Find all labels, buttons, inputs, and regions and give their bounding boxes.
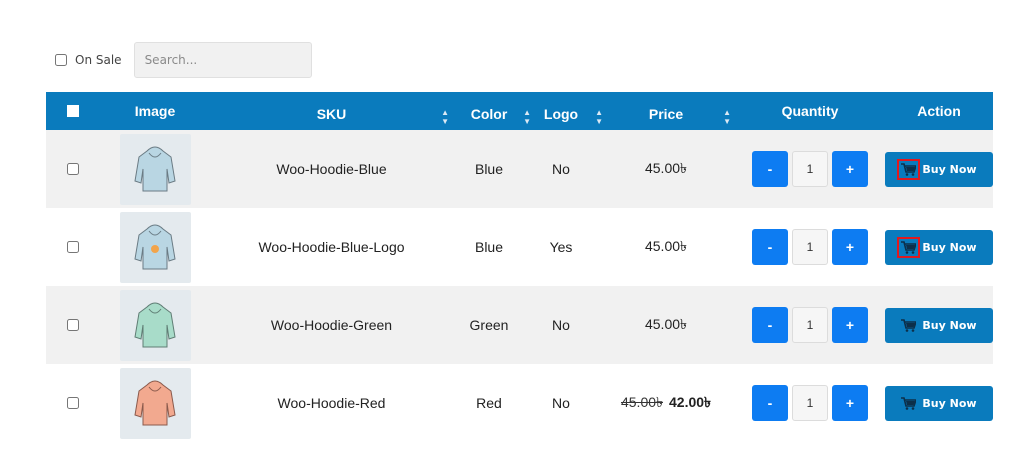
row-checkbox[interactable] <box>67 241 79 253</box>
price-cell: 45.00৳ <box>597 157 735 181</box>
buy-now-button[interactable]: Buy Now <box>885 229 993 265</box>
header-quantity: Quantity <box>781 103 839 119</box>
product-thumbnail[interactable] <box>119 133 191 205</box>
color-cell: Red <box>476 395 502 411</box>
cart-icon <box>897 236 921 258</box>
header-sku[interactable]: SKU ▲ ▼ <box>210 100 453 126</box>
logo-cell: No <box>552 395 570 411</box>
buy-now-label: Buy Now <box>922 396 977 410</box>
qty-input[interactable] <box>792 307 828 343</box>
buy-now-label: Buy Now <box>922 240 977 254</box>
logo-cell: Yes <box>549 239 573 255</box>
header-price-label: Price <box>648 106 684 122</box>
quantity-stepper: - + <box>752 151 868 187</box>
sale-price: 42.00৳ <box>669 394 712 410</box>
buy-now-button[interactable]: Buy Now <box>885 151 993 187</box>
row-checkbox[interactable] <box>67 163 79 175</box>
hoodie-body <box>134 380 176 426</box>
select-all-checkbox[interactable] <box>67 105 79 117</box>
color-cell: Green <box>469 317 509 333</box>
on-sale-filter[interactable]: On Sale <box>55 53 122 67</box>
qty-increase-button[interactable]: + <box>832 151 868 187</box>
sku-cell: Woo-Hoodie-Red <box>277 395 386 411</box>
logo-mark <box>151 245 159 253</box>
price-value: 45.00৳ <box>644 316 687 332</box>
table-header: Image SKU ▲ ▼ Color ▲ ▼ Logo ▲ ▼ Price ▲ ▼ Q… <box>46 92 993 130</box>
header-image: Image <box>134 103 176 119</box>
quantity-stepper: - + <box>752 385 868 421</box>
hoodie-image <box>134 224 176 270</box>
table-row: Woo-Hoodie-Red Red No 45.00৳ 42.00৳ - + … <box>46 364 993 442</box>
buy-now-button[interactable]: Buy Now <box>885 307 993 343</box>
qty-increase-button[interactable]: + <box>832 307 868 343</box>
header-logo-label: Logo <box>543 106 579 122</box>
qty-decrease-button[interactable]: - <box>752 307 788 343</box>
table-row: Woo-Hoodie-Blue-Logo Blue Yes 45.00৳ - +… <box>46 208 993 286</box>
qty-input[interactable] <box>792 385 828 421</box>
buy-now-label: Buy Now <box>922 318 977 332</box>
logo-cell: No <box>552 317 570 333</box>
quantity-stepper: - + <box>752 307 868 343</box>
price-value: 45.00৳ <box>644 238 687 254</box>
select-all-cell <box>46 105 100 117</box>
qty-increase-button[interactable]: + <box>832 385 868 421</box>
product-thumbnail[interactable] <box>119 289 191 361</box>
sort-icon[interactable]: ▲ ▼ <box>723 108 731 126</box>
logo-cell: No <box>552 161 570 177</box>
header-sku-label: SKU <box>316 106 347 122</box>
header-color-label: Color <box>470 106 508 122</box>
hoodie-body <box>134 302 176 348</box>
sort-icon[interactable]: ▲ ▼ <box>441 108 449 126</box>
row-checkbox[interactable] <box>67 319 79 331</box>
hoodie-image <box>134 146 176 192</box>
sku-cell: Woo-Hoodie-Blue-Logo <box>258 239 405 255</box>
row-checkbox[interactable] <box>67 397 79 409</box>
buy-now-label: Buy Now <box>922 162 977 176</box>
qty-input[interactable] <box>792 151 828 187</box>
cart-icon <box>897 158 921 180</box>
qty-increase-button[interactable]: + <box>832 229 868 265</box>
qty-decrease-button[interactable]: - <box>752 151 788 187</box>
header-color[interactable]: Color ▲ ▼ <box>453 100 531 126</box>
qty-decrease-button[interactable]: - <box>752 385 788 421</box>
on-sale-label: On Sale <box>75 53 122 67</box>
product-thumbnail[interactable] <box>119 211 191 283</box>
price-cell: 45.00৳ 42.00৳ <box>597 391 735 415</box>
product-table: Image SKU ▲ ▼ Color ▲ ▼ Logo ▲ ▼ Price ▲ ▼ Q… <box>46 92 993 442</box>
qty-input[interactable] <box>792 229 828 265</box>
qty-decrease-button[interactable]: - <box>752 229 788 265</box>
hoodie-image <box>134 302 176 348</box>
header-action: Action <box>917 103 961 119</box>
price-value: 45.00৳ <box>644 160 687 176</box>
sku-cell: Woo-Hoodie-Green <box>270 317 393 333</box>
hoodie-image <box>134 380 176 426</box>
filter-bar: On Sale <box>55 42 312 78</box>
table-row: Woo-Hoodie-Blue Blue No 45.00৳ - + Buy N… <box>46 130 993 208</box>
cart-icon <box>901 396 917 410</box>
header-logo[interactable]: Logo ▲ ▼ <box>525 100 603 126</box>
price-cell: 45.00৳ <box>597 235 735 259</box>
color-cell: Blue <box>474 239 504 255</box>
header-price[interactable]: Price ▲ ▼ <box>597 100 735 126</box>
cart-icon <box>901 318 917 332</box>
on-sale-checkbox[interactable] <box>55 54 67 66</box>
color-cell: Blue <box>474 161 504 177</box>
hoodie-body <box>134 146 176 192</box>
regular-price: 45.00৳ <box>620 394 663 410</box>
quantity-stepper: - + <box>752 229 868 265</box>
sku-cell: Woo-Hoodie-Blue <box>276 161 387 177</box>
search-input[interactable] <box>133 42 312 78</box>
product-thumbnail[interactable] <box>119 367 191 439</box>
table-row: Woo-Hoodie-Green Green No 45.00৳ - + Buy… <box>46 286 993 364</box>
buy-now-button[interactable]: Buy Now <box>885 385 993 421</box>
price-cell: 45.00৳ <box>597 313 735 337</box>
